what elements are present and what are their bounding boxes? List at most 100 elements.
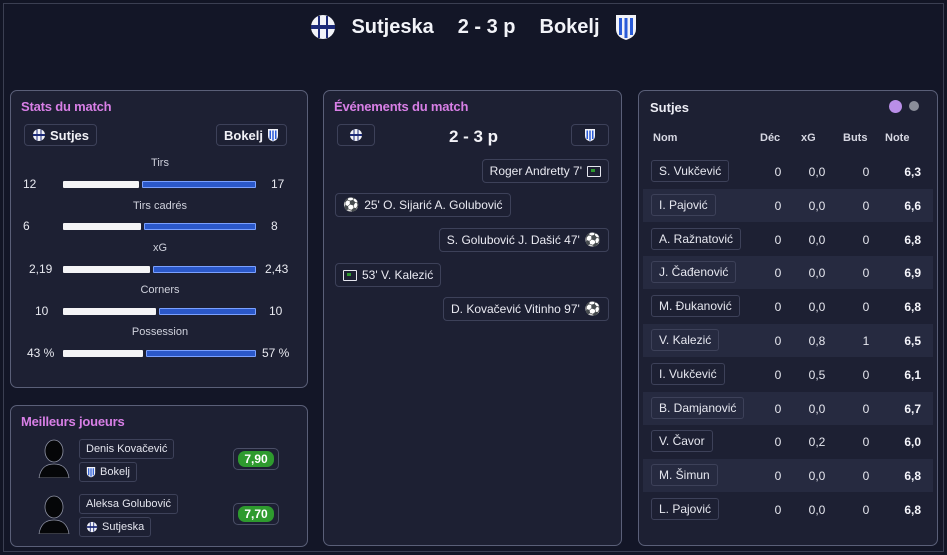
goal-ball-icon: ⚽ <box>584 232 601 247</box>
table-row[interactable]: V. Čavor 0 0,2 0 6,0 <box>643 425 933 458</box>
page-dot-active[interactable] <box>889 100 902 113</box>
sutjeska-crest-icon <box>33 129 45 141</box>
stat-label-shots: Tirs <box>151 157 169 169</box>
match-header: Sutjeska 2 - 3 p Bokelj <box>0 0 947 54</box>
player-goals: 0 <box>862 300 870 315</box>
player-dec: 0 <box>774 300 782 315</box>
bar-home-corners <box>63 308 156 315</box>
best-player-name-2[interactable]: Aleksa Golubović <box>79 494 178 514</box>
player-dec: 0 <box>774 334 782 348</box>
player-xg: 0,0 <box>808 469 826 484</box>
player-note: 6,6 <box>904 198 921 213</box>
event-item[interactable]: 53' V. Kalezić <box>335 263 442 287</box>
goal-ball-icon: ⚽ <box>343 197 360 212</box>
col-header-name: Nom <box>653 132 678 144</box>
player-note: 6,9 <box>904 266 921 281</box>
player-goals: 0 <box>862 232 870 247</box>
event-text: S. Golubović J. Dašić 47' <box>446 233 580 247</box>
event-text: 25' O. Sijarić A. Golubović <box>364 198 503 212</box>
event-item[interactable]: Roger Andretty 7' <box>481 159 609 183</box>
player-xg: 0,0 <box>808 503 826 517</box>
stat-away-shots-on-target: 8 <box>271 219 278 233</box>
player-name[interactable]: M. Đukanović <box>651 295 740 318</box>
page-dot-inactive[interactable] <box>909 101 919 111</box>
match-score: 2 - 3 p <box>457 15 516 38</box>
player-goals: 1 <box>862 334 870 348</box>
player-dec: 0 <box>774 266 782 281</box>
player-silhouette-icon <box>38 439 70 478</box>
player-note: 6,1 <box>904 367 921 382</box>
bar-away-corners <box>159 308 256 315</box>
col-header-goals: Buts <box>843 132 868 144</box>
player-name[interactable]: B. Damjanović <box>651 396 745 419</box>
table-row[interactable]: M. Đukanović 0 0,0 0 6,8 <box>643 290 933 323</box>
player-note: 6,5 <box>904 334 921 348</box>
table-row[interactable]: M. Šimun 0 0,0 0 6,8 <box>643 459 933 493</box>
best-players-panel: Meilleurs joueurs Denis Kovačević Bokelj… <box>10 405 308 547</box>
away-team-chip[interactable]: Bokelj <box>216 124 288 146</box>
player-name[interactable]: J. Čađenović <box>651 261 737 284</box>
player-silhouette-icon <box>38 495 70 534</box>
squad-title: Sutjes <box>650 100 690 115</box>
yellow-card-icon <box>587 165 601 177</box>
rating-value: 7,90 <box>238 451 274 467</box>
player-name[interactable]: V. Kalezić <box>651 329 720 351</box>
table-row[interactable]: S. Vukčević 0 0,0 0 6,3 <box>643 155 933 188</box>
stat-away-xg: 2,43 <box>265 262 289 276</box>
best-player-team-1: Bokelj <box>100 466 130 478</box>
player-goals: 0 <box>862 198 870 213</box>
player-note: 6,3 <box>904 165 921 179</box>
stat-label-corners: Corners <box>140 284 180 296</box>
table-row[interactable]: B. Damjanović 0 0,0 0 6,7 <box>643 391 933 425</box>
event-item[interactable]: ⚽ 25' O. Sijarić A. Golubović <box>335 193 511 217</box>
table-row[interactable]: A. Ražnatović 0 0,0 0 6,8 <box>643 223 933 256</box>
bar-home-possession <box>63 350 143 357</box>
squad-ratings-panel: Sutjes Nom Déc xG Buts Note S. Vukčević 0… <box>638 90 938 546</box>
best-player-name-1[interactable]: Denis Kovačević <box>79 439 175 459</box>
sutjeska-crest-icon <box>311 15 336 39</box>
player-note: 6,8 <box>904 300 921 315</box>
home-team-chip[interactable]: Sutjes <box>24 124 98 146</box>
stat-away-shots: 17 <box>271 177 285 191</box>
player-dec: 0 <box>774 469 782 484</box>
player-xg: 0,8 <box>808 334 826 348</box>
bokelj-crest-icon <box>86 467 96 478</box>
sutjeska-crest-icon <box>86 521 98 533</box>
away-team-name: Bokelj <box>539 15 600 38</box>
best-players-title: Meilleurs joueurs <box>21 414 125 429</box>
player-xg: 0,0 <box>808 401 826 416</box>
player-name[interactable]: A. Ražnatović <box>651 227 742 250</box>
rating-value: 7,70 <box>238 506 274 522</box>
table-row[interactable]: J. Čađenović 0 0,0 0 6,9 <box>643 256 933 290</box>
stat-away-corners: 10 <box>269 304 283 318</box>
match-events-panel: Événements du match 2 - 3 p Roger Andret… <box>323 90 622 546</box>
event-item[interactable]: D. Kovačević Vitinho 97' ⚽ <box>443 297 609 321</box>
event-item[interactable]: S. Golubović J. Dašić 47' ⚽ <box>438 228 609 252</box>
stat-away-possession: 57 % <box>262 346 290 360</box>
bar-home-shots-on-target <box>63 223 141 230</box>
best-player-team-chip-2[interactable]: Sutjeska <box>79 517 152 537</box>
table-row[interactable]: V. Kalezić 0 0,8 1 6,5 <box>643 324 933 357</box>
best-player-team-chip-1[interactable]: Bokelj <box>79 462 137 482</box>
stats-title: Stats du match <box>21 99 112 114</box>
bokelj-crest-icon <box>268 129 279 142</box>
events-away-crest-chip[interactable] <box>571 124 609 146</box>
player-name[interactable]: I. Pajović <box>651 193 716 216</box>
player-xg: 0,0 <box>808 198 826 213</box>
col-header-note: Note <box>885 132 910 144</box>
player-name[interactable]: I. Vukčević <box>651 362 725 385</box>
table-row[interactable]: I. Vukčević 0 0,5 0 6,1 <box>643 358 933 391</box>
player-dec: 0 <box>774 165 782 179</box>
player-xg: 0,5 <box>808 367 826 382</box>
player-name[interactable]: L. Pajović <box>651 498 720 520</box>
stat-home-shots-on-target: 6 <box>23 219 30 233</box>
table-row[interactable]: L. Pajović 0 0,0 0 6,8 <box>643 493 933 526</box>
player-name[interactable]: M. Šimun <box>651 464 718 487</box>
player-name[interactable]: V. Čavor <box>651 430 713 453</box>
table-row[interactable]: I. Pajović 0 0,0 0 6,6 <box>643 188 933 222</box>
player-name[interactable]: S. Vukčević <box>651 160 730 182</box>
player-dec: 0 <box>774 198 782 213</box>
player-note: 6,8 <box>904 503 921 517</box>
player-xg: 0,0 <box>808 232 826 247</box>
bar-home-xg <box>63 266 150 273</box>
